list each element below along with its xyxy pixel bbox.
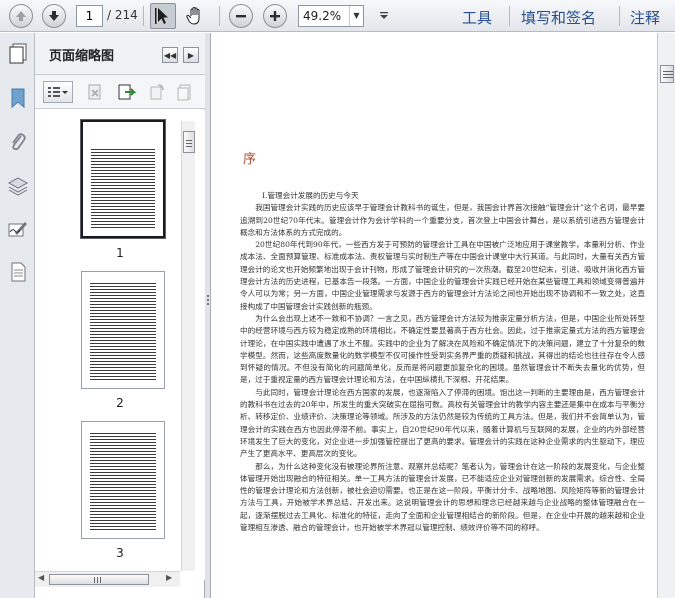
- scrollbar-thumb[interactable]: [183, 131, 195, 153]
- tools-link[interactable]: 工具: [462, 7, 492, 28]
- navigation-rail: [0, 33, 35, 598]
- arrow-down-icon: [49, 11, 59, 21]
- cursor-arrow-icon: [155, 8, 168, 24]
- select-tool-button[interactable]: [150, 3, 176, 29]
- grip-line: [186, 143, 192, 144]
- toolbar-divider: [143, 6, 144, 26]
- grip-line: [100, 577, 101, 583]
- double-chevron-left-icon: ◀◀: [163, 50, 177, 60]
- more-tools-menu-button[interactable]: [371, 3, 397, 29]
- extract-page-icon: [118, 84, 137, 100]
- list-options-icon: [48, 87, 68, 97]
- panel-splitter[interactable]: [205, 33, 211, 598]
- grip-line: [663, 74, 673, 75]
- paragraph: 与此同时，管理会计理论在西方国家的发展，也逐渐陷入了停滞的困境。饱出这一判断的主…: [240, 387, 645, 459]
- toolbar-divider: [619, 6, 620, 26]
- thumbnail-preview: [90, 282, 156, 380]
- grip-line: [186, 146, 192, 147]
- extract-pages-button[interactable]: [115, 81, 139, 103]
- minus-icon: [236, 15, 246, 18]
- paragraph: 20世纪80年代到90年代，一些西方发于可预防的管理会计工具在中国被广泛地应用于…: [240, 240, 645, 311]
- chevron-right-icon: ▶: [187, 50, 195, 60]
- attachments-button[interactable]: [5, 129, 30, 154]
- bookmarks-button[interactable]: [5, 85, 30, 110]
- expand-panel-button[interactable]: ▶: [183, 47, 199, 63]
- grip-line: [663, 77, 673, 78]
- grip-line: [663, 71, 673, 72]
- paragraph: 那么，为什么这种变化没有被理论界所注意、观察并总结呢？笔者认为，管理会计在这一阶…: [240, 461, 645, 533]
- document-page: 序 I.管理会计发展的历史与今天 我国管理会计实践的历史应该早于管理会计教科书的…: [212, 33, 657, 598]
- document-icon: [11, 262, 25, 281]
- grip-dot: [207, 299, 209, 301]
- layers-button[interactable]: [5, 173, 30, 198]
- toolbar-divider: [509, 6, 510, 26]
- paragraph: 为什么会出现上述不一致和不协调？一言之见，西方管理会计方法较为推崇定量分析方法，…: [240, 313, 645, 385]
- zoom-out-button[interactable]: [229, 4, 253, 28]
- grip-line: [94, 577, 95, 583]
- panel-toolbar: [35, 75, 205, 109]
- delete-pages-button[interactable]: [83, 81, 107, 103]
- toolbar-divider: [219, 6, 220, 26]
- thumbnails-panel: 页面缩略图 ◀◀ ▶ 1 2 3 ◀ ▶: [35, 33, 205, 598]
- document-body: I.管理会计发展的历史与今天 我国管理会计实践的历史应该早于管理会计教科书的诞生…: [240, 190, 645, 534]
- page-thumbnail-2[interactable]: [81, 271, 165, 389]
- layers-icon: [7, 176, 28, 196]
- insert-pages-button[interactable]: [173, 81, 197, 103]
- zoom-in-button[interactable]: [263, 4, 287, 28]
- section-heading: I.管理会计发展的历史与今天: [262, 191, 359, 200]
- panel-title: 页面缩略图: [49, 49, 115, 64]
- hand-tool-button[interactable]: [182, 3, 208, 29]
- delete-page-icon: [88, 84, 101, 100]
- page-total: / 214: [107, 8, 138, 22]
- scroll-right-icon[interactable]: ▶: [166, 573, 172, 582]
- scrollbar-thumb[interactable]: [49, 574, 149, 585]
- thumbnail-vertical-scrollbar[interactable]: [181, 121, 195, 571]
- thumbnail-preview: [90, 432, 156, 530]
- page-content-button[interactable]: [5, 259, 30, 284]
- page-thumbnail-1[interactable]: [80, 119, 166, 239]
- thumbnail-label: 3: [116, 546, 124, 560]
- scroll-left-icon[interactable]: ◀: [38, 573, 44, 582]
- thumbnail-preview: [91, 148, 155, 228]
- insert-page-icon: [177, 84, 191, 101]
- options-menu-button[interactable]: [43, 81, 73, 103]
- thumbnail-list: 1 2 3: [35, 110, 205, 580]
- thumbnail-horizontal-scrollbar[interactable]: ◀ ▶: [35, 571, 180, 587]
- panel-header: 页面缩略图 ◀◀ ▶: [35, 33, 205, 75]
- paragraph: 我国管理会计实践的历史应该早于管理会计教科书的诞生，但是，我国会计界首次接触“管…: [240, 203, 645, 237]
- grip-dot: [207, 303, 209, 305]
- previous-page-button[interactable]: [9, 4, 33, 28]
- thumbnail-label: 2: [116, 396, 124, 410]
- zoom-value: 49.2%: [303, 9, 342, 23]
- document-vertical-scrollbar[interactable]: [657, 33, 675, 598]
- pages-icon: [9, 43, 26, 63]
- fill-and-sign-link[interactable]: 填写和签名: [521, 7, 596, 28]
- hand-icon: [186, 6, 200, 25]
- signature-pen-icon: [8, 221, 27, 236]
- signatures-button[interactable]: [5, 216, 30, 241]
- grip-dot: [207, 295, 209, 297]
- plus-icon: [270, 11, 280, 21]
- page-number-input[interactable]: [76, 5, 103, 27]
- chevron-down-icon[interactable]: ▼: [349, 6, 363, 26]
- top-toolbar: / 214 49.2% ▼ 工具 填写和签名 注释: [0, 0, 675, 32]
- dropdown-menu-icon: [380, 12, 388, 19]
- page-thumbnails-button[interactable]: [5, 40, 30, 65]
- comment-link[interactable]: 注释: [630, 7, 660, 28]
- grip-line: [97, 577, 98, 583]
- grip-line: [186, 140, 192, 141]
- page-thumbnail-3[interactable]: [81, 421, 165, 539]
- next-page-button[interactable]: [42, 4, 66, 28]
- paperclip-icon: [11, 132, 26, 150]
- scrollbar-thumb[interactable]: [660, 65, 674, 83]
- collapse-panel-button[interactable]: ◀◀: [162, 47, 178, 63]
- zoom-level-select[interactable]: 49.2% ▼: [298, 5, 364, 27]
- rotate-pages-button[interactable]: [145, 81, 169, 103]
- thumbnail-label: 1: [116, 246, 124, 260]
- page-heading: 序: [243, 152, 257, 167]
- arrow-up-icon: [16, 11, 26, 21]
- rotate-page-icon: [150, 84, 164, 100]
- bookmark-icon: [11, 88, 24, 108]
